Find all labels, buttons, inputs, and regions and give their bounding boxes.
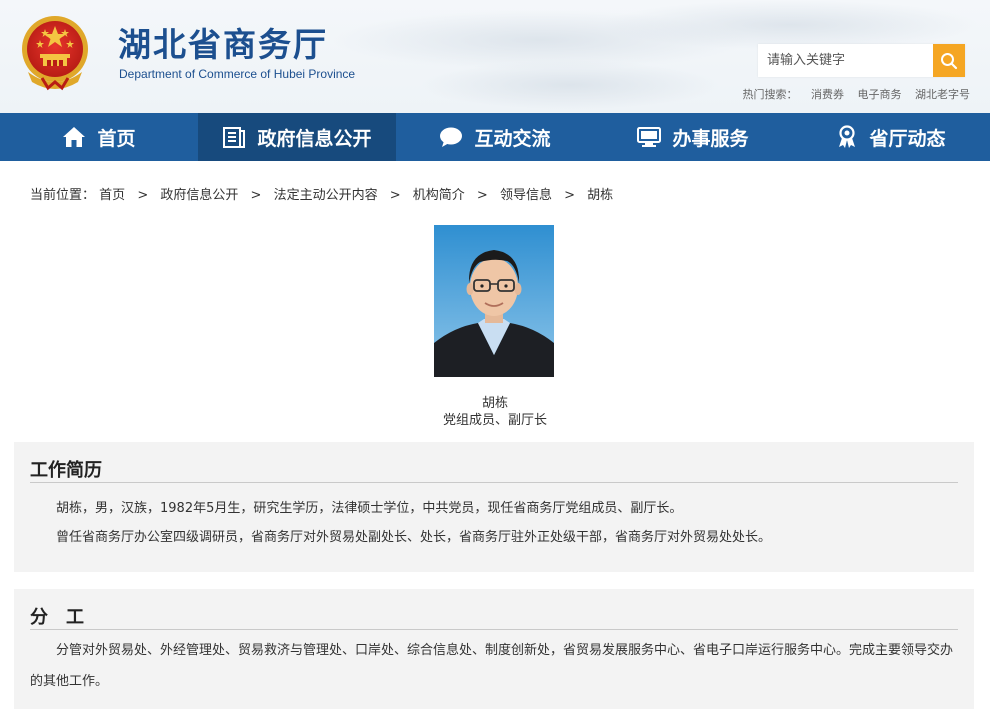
breadcrumb-item-leaders[interactable]: 领导信息 <box>500 188 552 203</box>
profile-photo <box>434 225 554 377</box>
resume-paragraph: 胡栋，男，汉族，1982年5月生，研究生学历，法律硕士学位，中共党员，现任省商务… <box>56 501 683 516</box>
resume-section: 工作简历 胡栋，男，汉族，1982年5月生，研究生学历，法律硕士学位，中共党员，… <box>14 442 974 572</box>
breadcrumb-item-statutory-disclosure[interactable]: 法定主动公开内容 <box>274 188 378 203</box>
breadcrumb-item-org-intro[interactable]: 机构简介 <box>413 188 465 203</box>
breadcrumb-item-current: 胡栋 <box>587 188 614 203</box>
person-title: 党组成员、副厅长 <box>442 413 547 428</box>
hot-search-label: 热门搜索： <box>742 88 798 101</box>
duties-section: 分 工 分管对外贸易处、外经管理处、贸易救济与管理处、口岸处、综合信息处、制度创… <box>14 589 974 709</box>
duties-paragraph: 分管对外贸易处、外经管理处、贸易救济与管理处、口岸处、综合信息处、制度创新处，省… <box>30 643 954 689</box>
nav-item-label: 省厅动态 <box>869 127 946 150</box>
breadcrumb-item-gov-info[interactable]: 政府信息公开 <box>160 188 238 203</box>
chat-bubble-icon <box>439 126 463 148</box>
resume-paragraph: 曾任省商务厅办公室四级调研员，省商务厅对外贸易处副处长、处长，省商务厅驻外正处级… <box>56 530 772 545</box>
nav-item-label: 办事服务 <box>672 127 749 150</box>
nav-item-news[interactable]: 省厅动态 <box>792 113 990 161</box>
resume-header: 工作简历 <box>30 456 958 483</box>
duties-title: 分 工 <box>30 607 84 628</box>
nav-item-label: 首页 <box>97 127 136 150</box>
resume-body: 胡栋，男，汉族，1982年5月生，研究生学历，法律硕士学位，中共党员，现任省商务… <box>30 494 956 552</box>
hot-search: 热门搜索： 消费券 电子商务 湖北老字号 <box>743 86 971 102</box>
site-header: 湖北省商务厅 Department of Commerce of Hubei P… <box>0 0 990 113</box>
duties-header: 分 工 <box>30 603 958 630</box>
site-subtitle: Department of Commerce of Hubei Province <box>119 67 356 81</box>
duties-body: 分管对外贸易处、外经管理处、贸易救济与管理处、口岸处、综合信息处、制度创新处，省… <box>30 635 956 697</box>
monitor-icon <box>637 126 662 148</box>
nav-item-label: 政府信息公开 <box>257 127 372 150</box>
nav-item-gov-info[interactable]: 政府信息公开 <box>198 113 396 161</box>
breadcrumb-label: 当前位置： <box>30 188 96 203</box>
breadcrumb-separator: > <box>476 188 488 203</box>
search-button[interactable] <box>933 44 965 77</box>
search-icon <box>940 52 958 70</box>
nav-item-services[interactable]: 办事服务 <box>594 113 792 161</box>
award-icon <box>836 125 858 149</box>
main-nav: 首页 政府信息公开 互动交流 办事服务 省厅动态 <box>0 113 990 161</box>
nav-item-interaction[interactable]: 互动交流 <box>396 113 594 161</box>
home-icon <box>62 126 86 148</box>
hot-link-ecommerce[interactable]: 电子商务 <box>858 88 902 101</box>
breadcrumb-separator: > <box>564 188 576 203</box>
breadcrumb-item-home[interactable]: 首页 <box>99 188 125 203</box>
breadcrumb-separator: > <box>250 188 262 203</box>
document-icon <box>222 126 246 148</box>
hot-link-coupon[interactable]: 消费券 <box>811 88 844 101</box>
nav-item-label: 互动交流 <box>474 127 551 150</box>
hot-link-heritage-brand[interactable]: 湖北老字号 <box>915 88 970 101</box>
breadcrumb: 当前位置： 首页 > 政府信息公开 > 法定主动公开内容 > 机构简介 > 领导… <box>30 184 613 203</box>
resume-title: 工作简历 <box>30 460 102 481</box>
site-title: 湖北省商务厅 <box>118 25 328 64</box>
nav-item-home[interactable]: 首页 <box>0 113 198 161</box>
search-box <box>758 44 965 77</box>
breadcrumb-separator: > <box>389 188 401 203</box>
breadcrumb-separator: > <box>137 188 149 203</box>
search-input[interactable] <box>758 44 928 77</box>
national-emblem-icon <box>18 12 92 92</box>
